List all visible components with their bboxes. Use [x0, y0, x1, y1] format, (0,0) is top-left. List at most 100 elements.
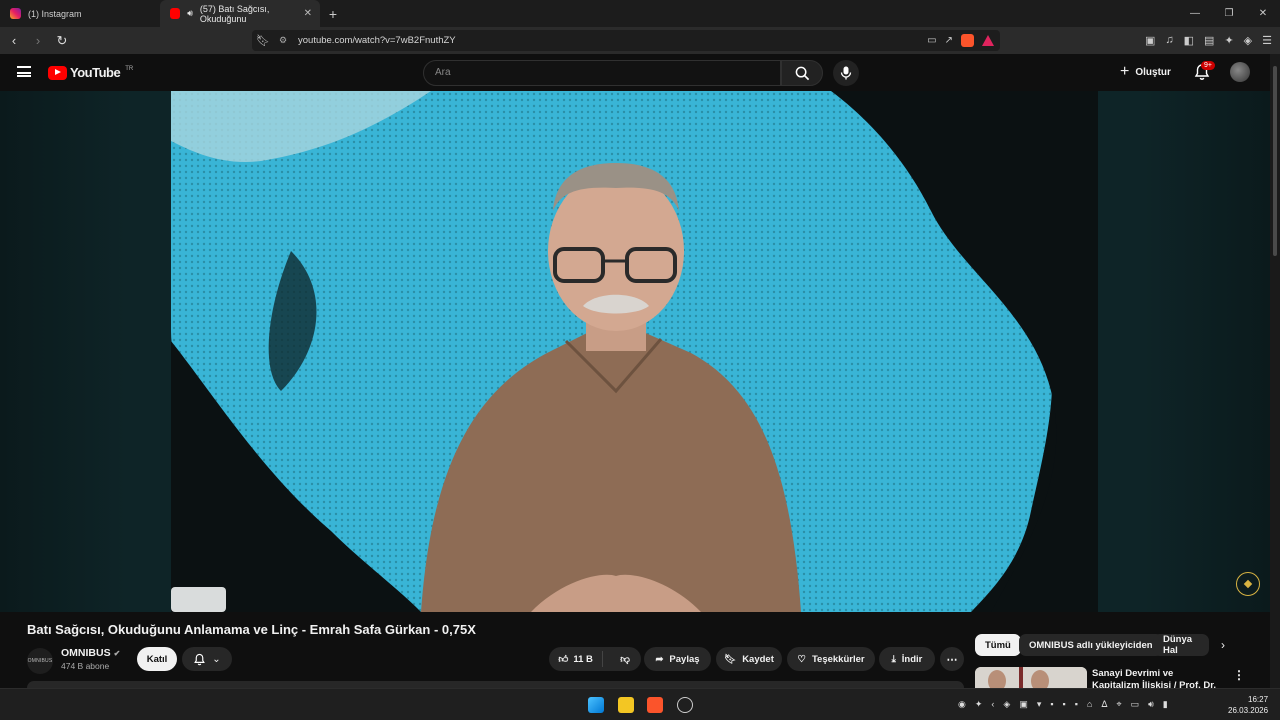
url-text[interactable]: youtube.com/watch?v=7wB2FnuthZY	[298, 35, 456, 46]
logo-text: YouTube	[70, 65, 121, 80]
brave-browser-icon[interactable]	[647, 697, 663, 713]
bookmark-icon[interactable]: 🔖︎	[252, 34, 274, 47]
video-overlay-badge-icon[interactable]	[1236, 572, 1260, 596]
close-tab-icon[interactable]: ✕	[304, 8, 312, 19]
tab-instagram[interactable]: (1) Instagram	[0, 0, 160, 27]
brave-shields-icon[interactable]	[961, 34, 974, 47]
share-button[interactable]: ➦ Paylaş	[644, 647, 711, 671]
video-player[interactable]	[171, 91, 1098, 612]
thumbs-down-icon: 👎︎	[620, 654, 630, 665]
save-button[interactable]: 🔖︎ Kaydet	[716, 647, 782, 671]
like-count: 11 B	[573, 653, 593, 665]
menu-icon[interactable]: ☰	[1262, 34, 1272, 47]
url-field[interactable]: 🔖︎ ⚙ youtube.com/watch?v=7wB2FnuthZY ▭ ↗	[252, 30, 1000, 51]
sidebar-icon[interactable]: ◧	[1184, 34, 1194, 47]
video-frame	[171, 91, 1098, 612]
join-button[interactable]: Katıl	[137, 647, 177, 671]
dislike-button[interactable]: 👎︎	[609, 653, 641, 665]
youtube-logo[interactable]: YouTube TR	[48, 65, 133, 80]
recommendation-thumbnail[interactable]	[975, 667, 1087, 688]
system-clock[interactable]: 16:27 26.03.2026	[1228, 694, 1268, 716]
leo-icon[interactable]: ✦	[1224, 34, 1233, 47]
hamburger-menu-icon[interactable]	[17, 66, 31, 77]
app-icon[interactable]	[677, 697, 693, 713]
site-info-icon[interactable]: ⚙	[274, 35, 292, 46]
search-input[interactable]: Ara	[423, 60, 781, 86]
download-label: İndir	[901, 653, 923, 665]
windows-taskbar: ◉✦‹◈▣▾▪▪▪⌂ᐃ⌖▭🔊︎▮ 16:27 26.03.2026	[0, 688, 1280, 720]
address-bar-row: ‹ › ↻ 🔖︎ ⚙ youtube.com/watch?v=7wB2Fnuth…	[0, 27, 1280, 54]
screenshot-icon[interactable]: ▣	[1145, 34, 1155, 47]
video-title: Batı Sağcısı, Okuduğunu Anlamama ve Linç…	[27, 622, 476, 637]
recommendation-menu-icon[interactable]: ⋮	[1233, 668, 1245, 682]
close-window-icon[interactable]: ✕	[1246, 0, 1280, 27]
windows-start-icon[interactable]	[588, 697, 604, 713]
youtube-play-icon	[48, 65, 67, 80]
share-icon: ➦	[655, 653, 664, 665]
chevron-right-icon[interactable]: ›	[1221, 638, 1225, 652]
share-label: Paylaş	[669, 653, 700, 665]
subscriber-count: 474 B abone	[61, 661, 110, 671]
tab-label: (1) Instagram	[28, 8, 82, 19]
country-code: TR	[125, 65, 134, 72]
chip-world-news[interactable]: Dünya Hal	[1153, 634, 1209, 656]
description-box[interactable]	[27, 681, 964, 688]
reload-icon[interactable]: ↻	[52, 33, 72, 49]
wallet-icon[interactable]: ▤	[1204, 34, 1214, 47]
chevron-down-icon: ⌄	[212, 653, 221, 665]
share-page-icon[interactable]: ↗	[945, 35, 953, 46]
create-label: Oluştur	[1135, 66, 1171, 78]
restore-icon[interactable]: ❐	[1212, 0, 1246, 27]
audio-icon[interactable]: 🔊︎	[187, 8, 193, 19]
notification-badge: 9+	[1201, 61, 1215, 70]
youtube-icon	[170, 8, 181, 19]
save-label: Kaydet	[742, 653, 774, 665]
thumbnail-image	[975, 667, 1087, 688]
browser-tab-strip: (1) Instagram 🔊︎ (57) Batı Sağcısı, Okud…	[0, 0, 1280, 27]
channel-name-row[interactable]: OMNIBUS ✔	[61, 647, 120, 659]
account-avatar[interactable]	[1230, 62, 1250, 82]
vpn-icon[interactable]: ◈	[1244, 34, 1252, 47]
file-explorer-icon[interactable]	[618, 697, 634, 713]
download-button[interactable]: ⤓ İndir	[879, 647, 935, 671]
microphone-icon	[840, 66, 852, 80]
forward-icon[interactable]: ›	[28, 33, 48, 48]
plus-icon: +	[1120, 63, 1130, 80]
channel-name[interactable]: OMNIBUS	[61, 647, 111, 659]
like-button[interactable]: 👍︎ 11 B	[549, 651, 604, 667]
voice-search-button[interactable]	[833, 60, 859, 86]
back-icon[interactable]: ‹	[4, 33, 24, 48]
minimize-icon[interactable]: —	[1178, 0, 1212, 27]
new-tab-button[interactable]: +	[320, 6, 346, 22]
scrollbar-thumb[interactable]	[1273, 66, 1277, 256]
tray-icons[interactable]: ◉✦‹◈▣▾▪▪▪⌂ᐃ⌖▭🔊︎▮	[958, 699, 1177, 710]
brave-rewards-icon[interactable]	[982, 35, 994, 46]
media-icon[interactable]: ♫	[1165, 34, 1173, 47]
recommendation-title[interactable]: Sanayi Devrimi ve Kapitalizm İlişkisi / …	[1092, 668, 1222, 688]
thanks-label: Teşekkürler	[811, 653, 865, 665]
heart-dollar-icon: ♡	[797, 653, 806, 665]
chip-all[interactable]: Tümü	[975, 634, 1021, 656]
create-button[interactable]: + Oluştur	[1120, 64, 1171, 80]
more-actions-button[interactable]: ⋯	[940, 647, 964, 671]
page-scrollbar[interactable]	[1270, 54, 1280, 688]
tab-youtube[interactable]: 🔊︎ (57) Batı Sağcısı, Okuduğunu ✕	[160, 0, 320, 27]
thumbs-up-icon: 👍︎	[558, 654, 569, 665]
bell-icon	[194, 653, 206, 665]
cast-icon[interactable]: ▭	[927, 35, 936, 46]
instagram-icon	[10, 8, 21, 19]
tab-label: (57) Batı Sağcısı, Okuduğunu	[199, 3, 270, 24]
search-button[interactable]	[781, 60, 823, 86]
download-icon: ⤓	[891, 653, 896, 665]
thanks-button[interactable]: ♡ Teşekkürler	[787, 647, 875, 671]
clock-date: 26.03.2026	[1228, 706, 1269, 715]
toolbar-right: ▣ ♫ ◧ ▤ ✦ ◈ ☰	[1145, 34, 1272, 47]
like-dislike-group: 👍︎ 11 B 👎︎	[549, 647, 641, 671]
subscription-notification-button[interactable]: ⌄	[182, 647, 232, 671]
chip-from-uploader[interactable]: OMNIBUS adlı yükleyiciden	[1019, 634, 1163, 656]
channel-avatar[interactable]: OMNIBUS	[27, 648, 53, 674]
verified-icon: ✔	[113, 648, 121, 658]
window-controls: — ❐ ✕	[1178, 0, 1280, 27]
youtube-header: YouTube TR Ara + Oluştur 9+	[0, 54, 1280, 91]
clock-time: 16:27	[1248, 695, 1269, 704]
